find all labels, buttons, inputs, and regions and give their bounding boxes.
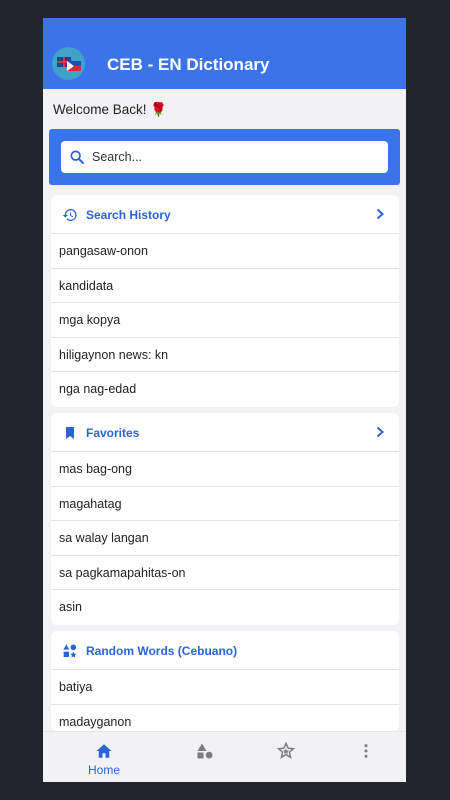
search-history-card: Search History pangasaw-onon kandidata m…	[51, 195, 399, 407]
ph-flag-icon	[67, 61, 81, 71]
bookmark-icon	[66, 427, 74, 439]
search-input[interactable]	[92, 141, 372, 173]
random-words-header: Random Words (Cebuano)	[51, 631, 399, 670]
favorite-item[interactable]: magahatag	[51, 487, 399, 521]
history-item[interactable]: hiligaynon news: kn	[51, 338, 399, 372]
bottom-navigation: Home	[43, 731, 406, 782]
nav-categories[interactable]	[165, 732, 245, 782]
random-words-title: Random Words (Cebuano)	[86, 644, 238, 658]
search-panel	[49, 129, 400, 185]
home-icon	[96, 744, 112, 758]
history-item[interactable]: nga nag-edad	[51, 372, 399, 407]
favorites-title: Favorites	[86, 426, 140, 440]
search-icon	[70, 150, 84, 164]
nav-home-label: Home	[87, 763, 120, 777]
welcome-message: Welcome Back! 🌹	[53, 102, 168, 117]
chevron-right-icon[interactable]	[375, 208, 385, 220]
favorites-card: Favorites mas bag-ong magahatag sa walay…	[51, 413, 399, 625]
nav-home[interactable]: Home	[64, 732, 144, 782]
app-logo	[52, 47, 85, 80]
search-box[interactable]	[61, 141, 388, 173]
favorite-item[interactable]: sa pagkamapahitas-on	[51, 556, 399, 590]
random-words-card: Random Words (Cebuano) batiya madayganon	[51, 631, 399, 731]
nav-more[interactable]	[326, 732, 406, 782]
history-icon	[62, 209, 77, 221]
search-history-title: Search History	[86, 208, 171, 222]
favorite-item[interactable]: mas bag-ong	[51, 452, 399, 487]
history-item[interactable]: kandidata	[51, 269, 399, 303]
app-bar: CEB - EN Dictionary	[43, 18, 406, 89]
shapes-icon	[63, 644, 77, 658]
app-screen: CEB - EN Dictionary Welcome Back! 🌹 Sear…	[43, 18, 406, 782]
app-title: CEB - EN Dictionary	[107, 55, 270, 74]
chevron-right-icon[interactable]	[375, 426, 385, 438]
shapes-icon	[197, 743, 213, 759]
history-item[interactable]: pangasaw-onon	[51, 234, 399, 269]
favorites-header[interactable]: Favorites	[51, 413, 399, 452]
random-word-item[interactable]: madayganon	[51, 705, 399, 732]
random-word-item[interactable]: batiya	[51, 670, 399, 705]
nav-favorites[interactable]	[246, 732, 326, 782]
star-icon	[277, 742, 295, 759]
favorite-item[interactable]: asin	[51, 590, 399, 625]
more-vert-icon	[364, 744, 368, 758]
search-history-header[interactable]: Search History	[51, 195, 399, 234]
history-item[interactable]: mga kopya	[51, 303, 399, 338]
favorite-item[interactable]: sa walay langan	[51, 521, 399, 556]
